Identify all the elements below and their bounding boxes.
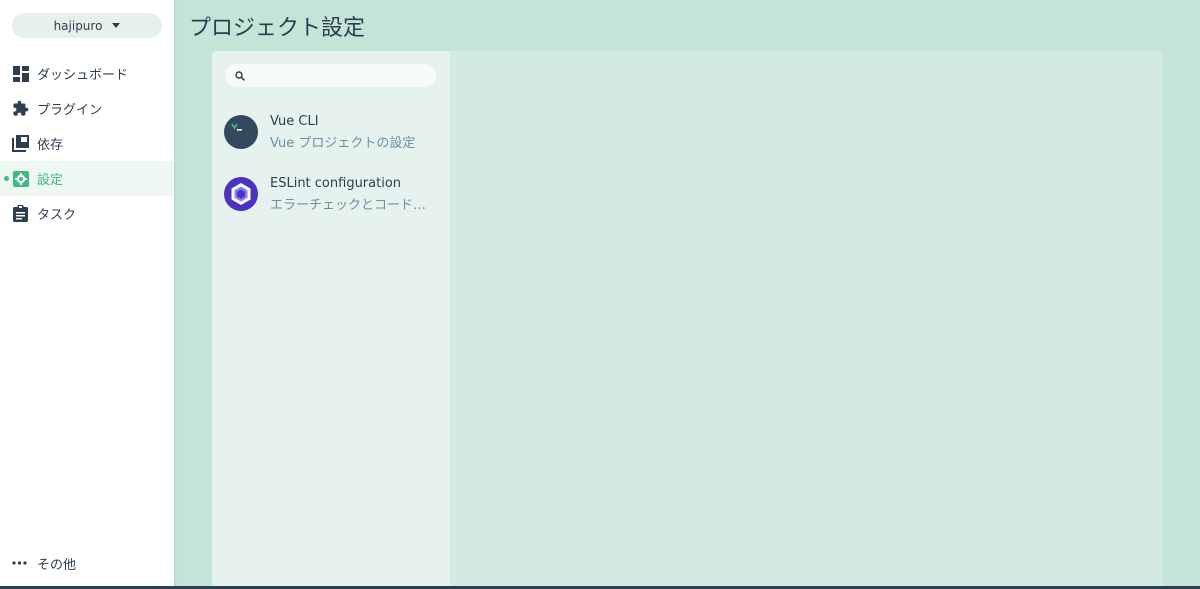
sidebar-item-label: ダッシュボード <box>37 68 129 83</box>
library-icon <box>12 135 29 152</box>
dashboard-icon <box>12 65 29 82</box>
list-item-vue-cli[interactable]: Vue CLI Vue プロジェクトの設定 <box>212 104 450 160</box>
page-title: プロジェクト設定 <box>189 16 366 41</box>
plugin-list-pane: Vue CLI Vue プロジェクトの設定 ESLint configurati… <box>212 51 450 589</box>
more-menu[interactable]: その他 <box>12 553 76 573</box>
plugin-description: Vue プロジェクトの設定 <box>270 135 416 151</box>
search-icon <box>235 66 245 85</box>
terminal-icon <box>224 115 258 149</box>
settings-panel: Vue CLI Vue プロジェクトの設定 ESLint configurati… <box>212 51 1163 589</box>
clipboard-icon <box>12 205 29 222</box>
caret-down-icon <box>112 23 121 28</box>
sidebar-item-label: 設定 <box>37 173 64 188</box>
sidebar-item-tasks[interactable]: タスク <box>0 196 174 231</box>
settings-icon <box>12 170 29 187</box>
puzzle-icon <box>12 100 29 117</box>
more-horizontal-icon <box>12 561 29 565</box>
sidebar-item-label: タスク <box>37 208 77 223</box>
search-input[interactable] <box>251 68 431 83</box>
active-indicator <box>4 176 9 181</box>
sidebar-item-plugins[interactable]: プラグイン <box>0 91 174 126</box>
sidebar-item-label: 依存 <box>37 138 64 153</box>
more-label: その他 <box>37 557 77 573</box>
sidebar-item-label: プラグイン <box>37 103 103 118</box>
plugin-description: エラーチェックとコード品質 <box>270 197 436 213</box>
sidebar-nav: ダッシュボード プラグイン 依存 設定 タスク <box>0 56 174 231</box>
search-box[interactable] <box>225 64 436 87</box>
project-name: hajipuro <box>53 18 103 33</box>
eslint-icon <box>224 177 258 211</box>
plugin-name: Vue CLI <box>270 113 319 129</box>
app-root: hajipuro ダッシュボード プラグイン 依存 設定 タスク その他 プロジ… <box>0 0 1200 589</box>
sidebar-item-settings[interactable]: 設定 <box>0 161 174 196</box>
sidebar: hajipuro ダッシュボード プラグイン 依存 設定 タスク その他 <box>0 0 174 586</box>
project-selector[interactable]: hajipuro <box>12 13 162 38</box>
plugin-name: ESLint configuration <box>270 175 402 191</box>
sidebar-item-dependencies[interactable]: 依存 <box>0 126 174 161</box>
sidebar-item-dashboard[interactable]: ダッシュボード <box>0 56 174 91</box>
list-item-eslint[interactable]: ESLint configuration エラーチェックとコード品質 <box>212 166 450 222</box>
